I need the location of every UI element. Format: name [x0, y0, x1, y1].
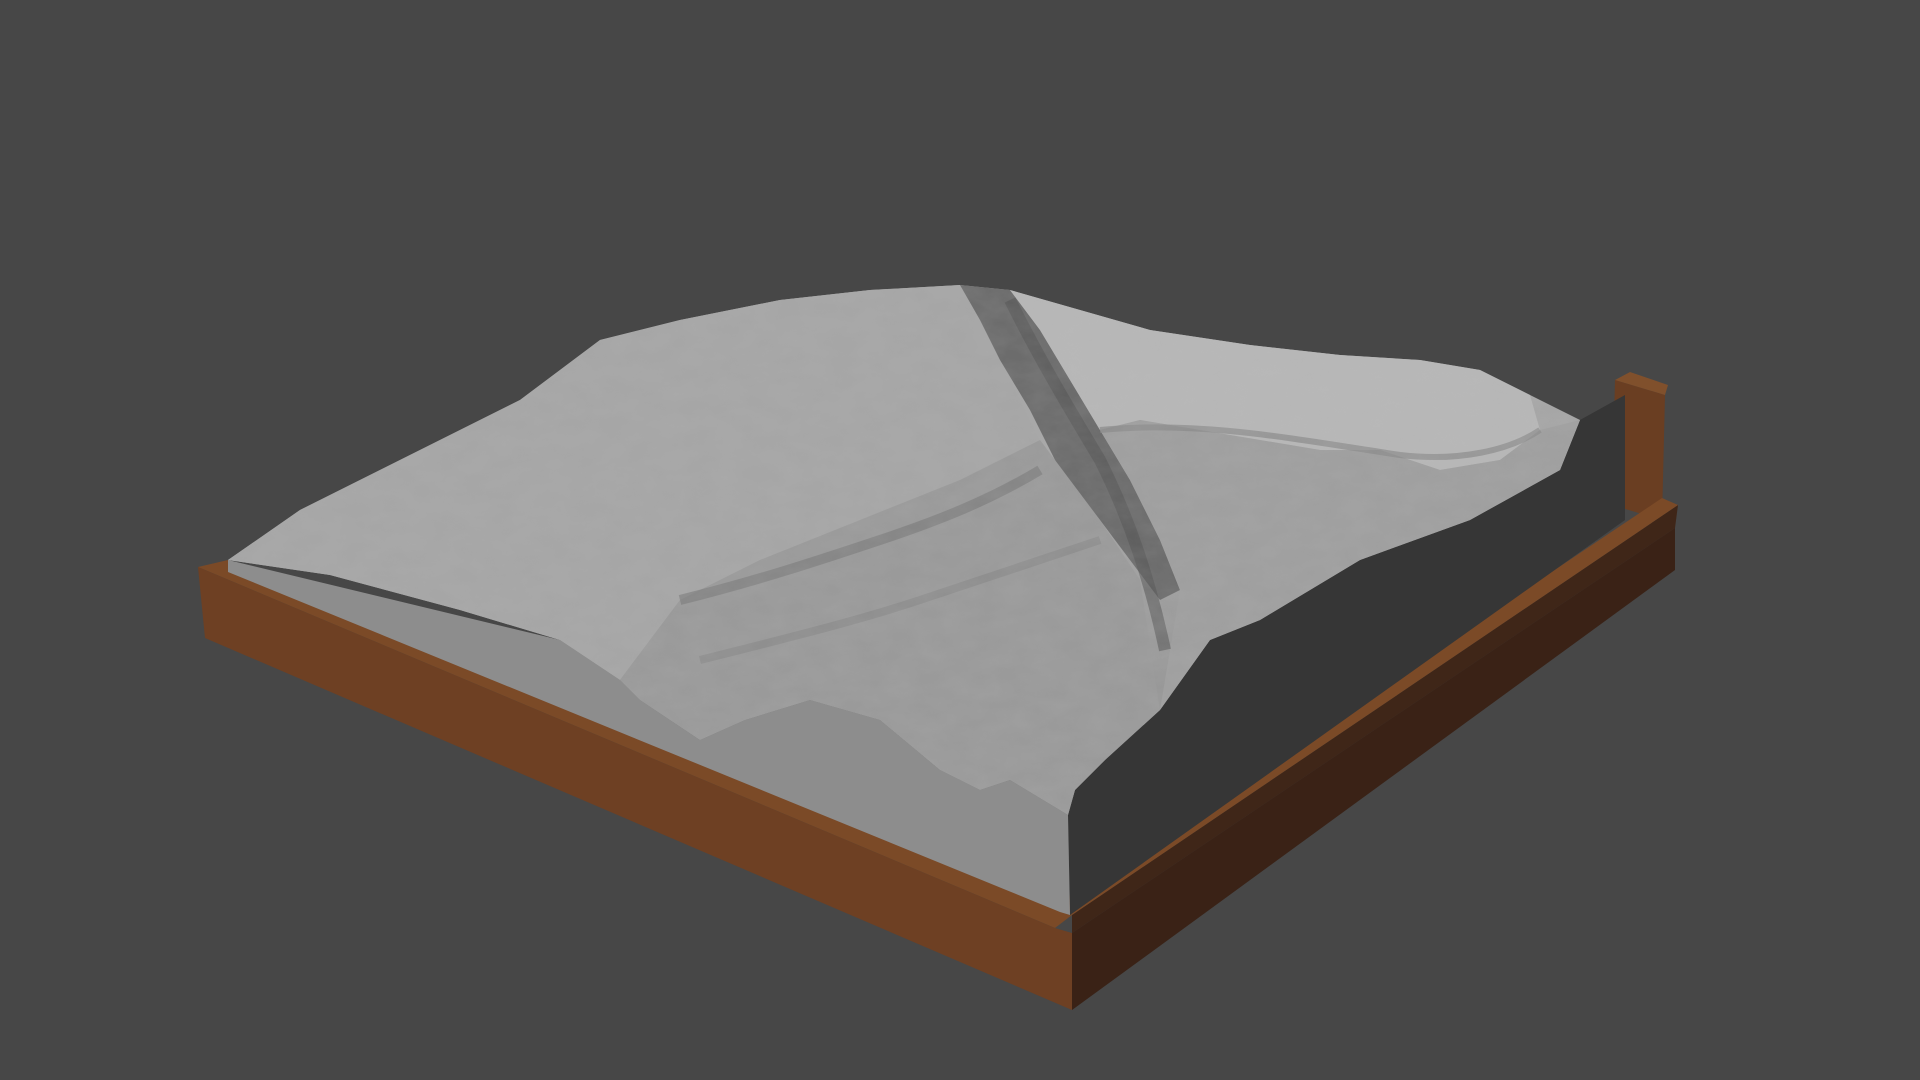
terrain-model-render [198, 285, 1678, 1010]
3d-viewport[interactable] [0, 0, 1920, 1080]
